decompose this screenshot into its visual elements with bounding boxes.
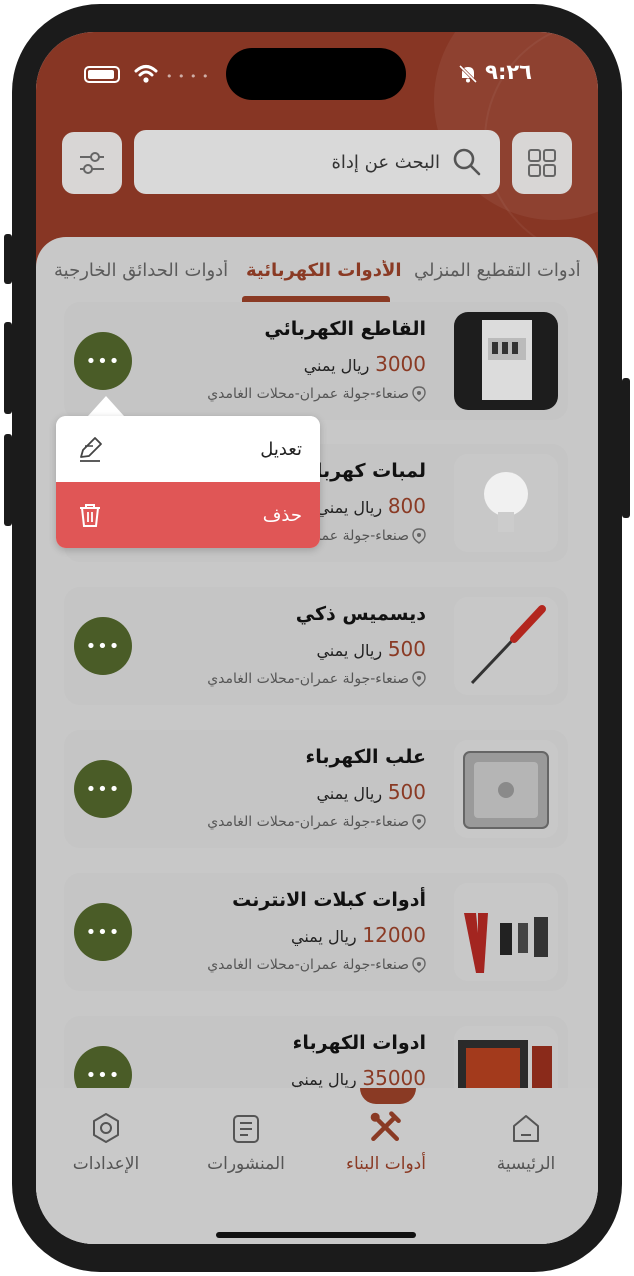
nav-posts-label: المنشورات <box>207 1154 285 1174</box>
nav-home[interactable]: الرئيسية <box>466 1110 586 1174</box>
edit-label: تعديل <box>260 438 302 460</box>
search-placeholder: البحث عن إداة <box>331 151 440 173</box>
app-screen: • • • • ٩:٢٦ البحث عن إداة أدوات التقطيع… <box>36 32 598 1244</box>
search-icon <box>453 148 481 176</box>
trash-icon <box>80 504 100 527</box>
signal-dots-icon: • • • • <box>166 70 210 83</box>
more-options-button[interactable]: ••• <box>74 332 132 390</box>
power-button <box>622 378 630 518</box>
grid-view-button[interactable] <box>512 132 572 194</box>
more-dots-icon: ••• <box>85 1064 121 1086</box>
tab-garden-tools[interactable]: أدوات الحدائق الخارجية <box>54 260 228 281</box>
price-currency: ريال يمني <box>316 784 383 803</box>
more-dots-icon: ••• <box>85 350 121 372</box>
bell-muted-icon <box>458 64 478 84</box>
popup-arrow <box>88 396 124 416</box>
nav-settings[interactable]: الإعدادات <box>46 1110 166 1174</box>
price-currency: ريال يمني <box>291 1070 357 1089</box>
product-price: 3000 ريال يمني <box>304 352 426 376</box>
tools-icon <box>370 1111 401 1142</box>
location-pin-icon <box>412 528 426 544</box>
product-price: 500 ريال يمني <box>316 780 426 804</box>
nav-building-tools[interactable]: أدوات البناء <box>326 1110 446 1174</box>
product-title: علب الكهرباء <box>305 746 426 768</box>
product-image-breaker <box>454 312 558 410</box>
edit-menu-item[interactable]: تعديل <box>56 416 320 482</box>
location-pin-icon <box>412 386 426 402</box>
price-value: 35000 <box>362 1066 426 1090</box>
price-currency: ريال يمني <box>316 498 383 517</box>
more-dots-icon: ••• <box>85 921 121 943</box>
product-image-network-tools <box>454 883 558 981</box>
more-options-button[interactable]: ••• <box>74 760 132 818</box>
nav-building-tools-label: أدوات البناء <box>346 1154 426 1174</box>
nav-home-label: الرئيسية <box>496 1154 556 1174</box>
delete-label: حذف <box>262 504 302 526</box>
sliders-icon <box>80 152 104 174</box>
product-title: ادوات الكهرباء <box>292 1032 426 1054</box>
location-text: صنعاء-جولة عمران-محلات الغامدي <box>207 814 409 830</box>
volume-down-button <box>4 434 12 526</box>
product-location: صنعاء-جولة عمران-محلات الغامدي <box>207 671 426 687</box>
product-title: القاطع الكهربائي <box>264 318 426 340</box>
volume-up-button <box>4 322 12 414</box>
edit-pencil-icon <box>80 437 102 462</box>
price-value: 500 <box>387 637 426 661</box>
product-price: 12000 ريال يمني <box>291 923 426 947</box>
search-input[interactable]: البحث عن إداة <box>134 130 500 194</box>
product-card[interactable]: أدوات كبلات الانترنت 12000 ريال يمني صنع… <box>64 873 568 991</box>
product-card[interactable]: علب الكهرباء 500 ريال يمني صنعاء-جولة عم… <box>64 730 568 848</box>
price-value: 3000 <box>375 352 426 376</box>
battery-icon <box>84 66 120 83</box>
dynamic-island <box>226 48 406 100</box>
options-popup: تعديل حذف <box>56 416 320 548</box>
more-dots-icon: ••• <box>85 778 121 800</box>
location-text: صنعاء-جولة عمران-محلات الغامدي <box>207 957 409 973</box>
home-icon <box>513 1115 539 1142</box>
price-currency: ريال يمني <box>303 356 370 375</box>
location-text: صنعاء-جولة عمران-محلات الغامدي <box>207 671 409 687</box>
settings-icon <box>93 1113 119 1143</box>
wifi-icon <box>134 65 158 83</box>
nav-posts[interactable]: المنشورات <box>186 1110 306 1174</box>
posts-icon <box>233 1115 259 1143</box>
more-dots-icon: ••• <box>85 635 121 657</box>
location-pin-icon <box>412 814 426 830</box>
price-currency: ريال يمني <box>316 641 383 660</box>
price-value: 500 <box>387 780 426 804</box>
location-pin-icon <box>412 671 426 687</box>
home-indicator <box>216 1232 416 1238</box>
more-options-button[interactable]: ••• <box>74 617 132 675</box>
product-price: 500 ريال يمني <box>316 637 426 661</box>
product-image-bulb <box>454 454 558 552</box>
product-location: صنعاء-جولة عمران-محلات الغامدي <box>207 386 426 402</box>
price-value: 12000 <box>362 923 426 947</box>
mute-switch <box>4 234 12 284</box>
tab-home-cutting-tools[interactable]: أدوات التقطيع المنزلي <box>414 260 581 281</box>
more-options-button[interactable]: ••• <box>74 903 132 961</box>
status-time: ٩:٢٦ <box>485 60 532 84</box>
product-price: 35000 ريال يمني <box>291 1066 426 1090</box>
nav-settings-label: الإعدادات <box>72 1154 140 1174</box>
price-value: 800 <box>387 494 426 518</box>
filter-button[interactable] <box>62 132 122 194</box>
product-title: ديسميس ذكي <box>295 603 426 625</box>
nav-active-indicator <box>360 1088 416 1104</box>
location-pin-icon <box>412 957 426 973</box>
product-price: 800 ريال يمني <box>316 494 426 518</box>
tab-electrical-tools[interactable]: الأدوات الكهربائية <box>246 260 402 281</box>
product-card[interactable]: القاطع الكهربائي 3000 ريال يمني صنعاء-جو… <box>64 302 568 420</box>
product-image-screwdriver <box>454 597 558 695</box>
price-currency: ريال يمني <box>291 927 357 946</box>
grid-icon <box>528 149 556 177</box>
location-text: صنعاء-جولة عمران-محلات الغامدي <box>207 386 409 402</box>
product-location: صنعاء-جولة عمران-محلات الغامدي <box>207 814 426 830</box>
delete-menu-item[interactable]: حذف <box>56 482 320 548</box>
product-image-junction-box <box>454 740 558 838</box>
product-card[interactable]: ديسميس ذكي 500 ريال يمني صنعاء-جولة عمرا… <box>64 587 568 705</box>
product-title: أدوات كبلات الانترنت <box>232 889 426 911</box>
product-location: صنعاء-جولة عمران-محلات الغامدي <box>207 957 426 973</box>
